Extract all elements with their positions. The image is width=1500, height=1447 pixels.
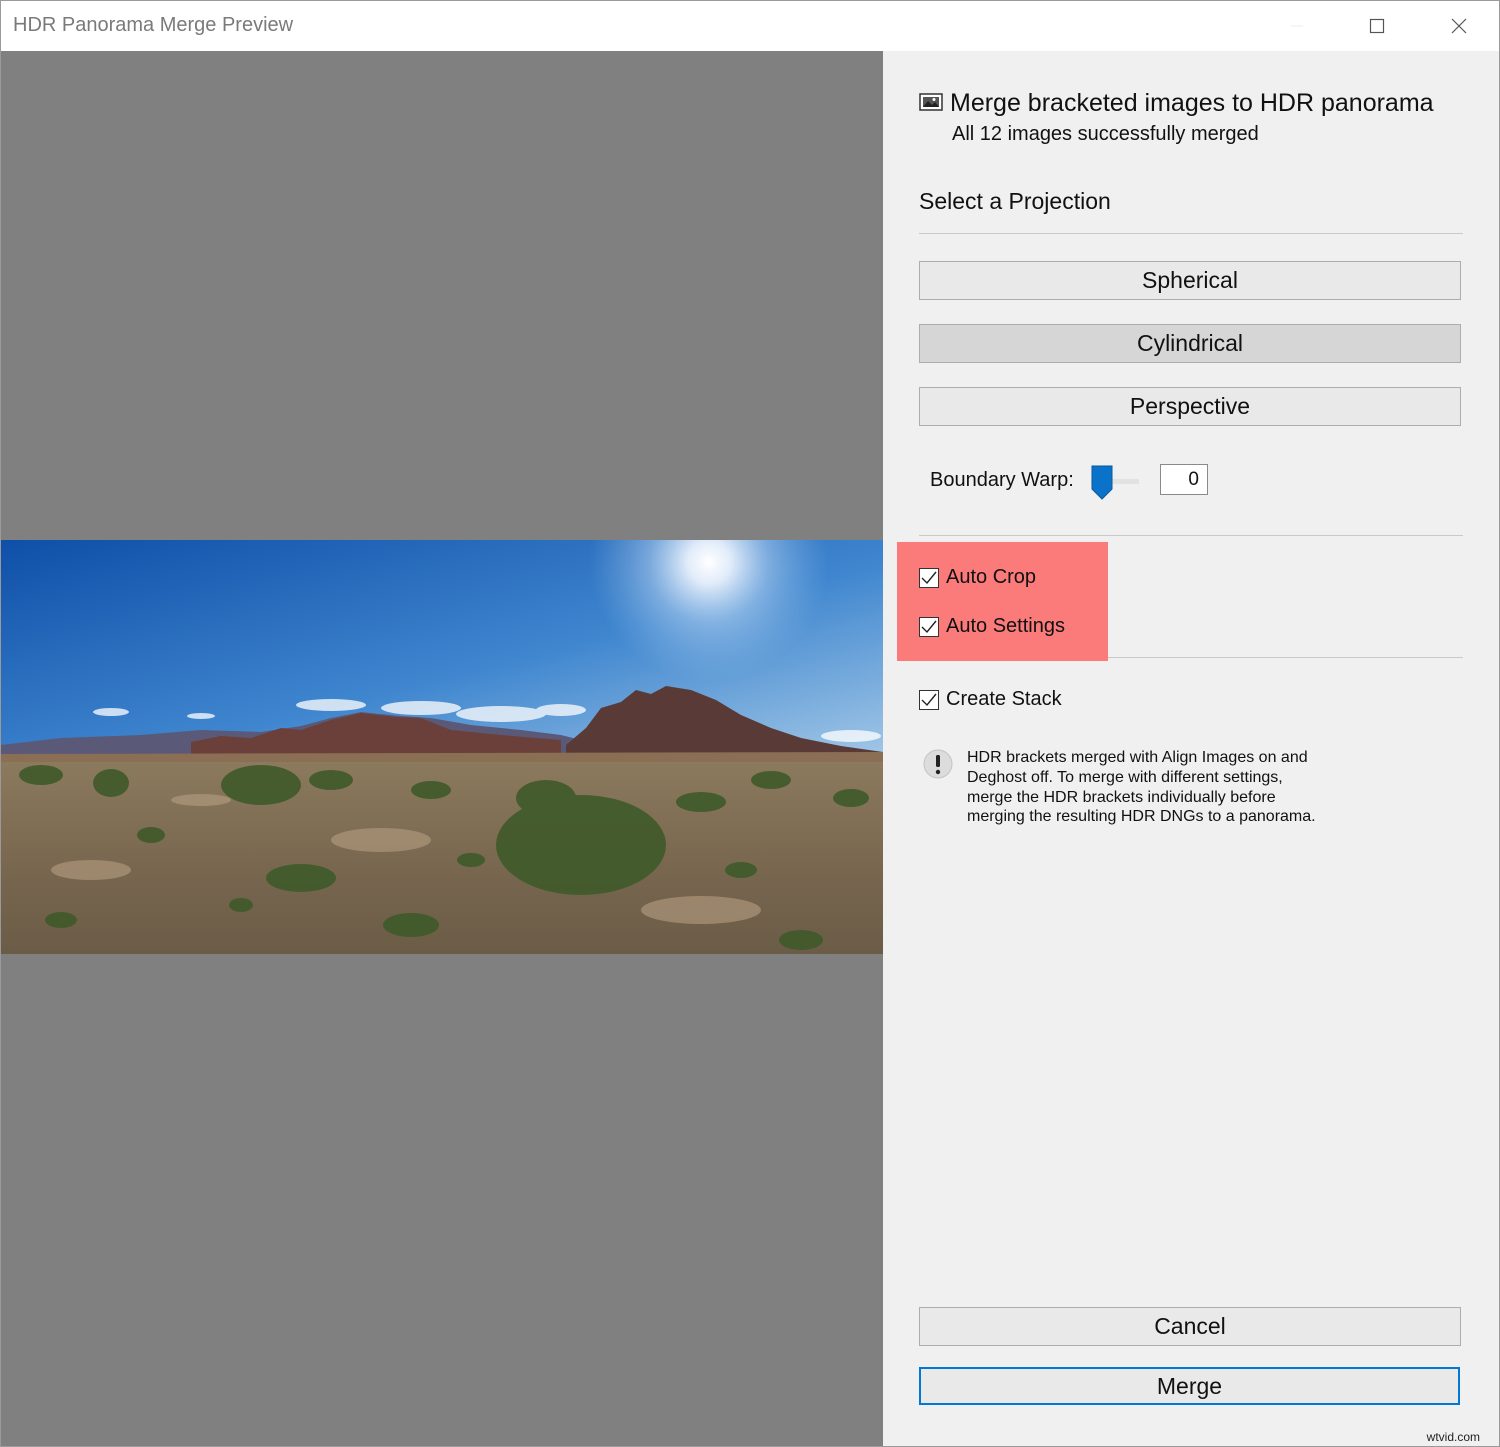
dialog-window: HDR Panorama Merge Preview Merge bracket… [0, 0, 1500, 1447]
maximize-icon [1369, 18, 1385, 34]
checkbox-box[interactable] [919, 689, 939, 710]
title-bar: HDR Panorama Merge Preview [1, 1, 1499, 51]
maximize-button[interactable] [1337, 1, 1417, 51]
cancel-button[interactable]: Cancel [919, 1307, 1461, 1346]
divider [919, 535, 1463, 536]
spherical-button[interactable]: Spherical [919, 261, 1461, 300]
close-icon [1451, 18, 1467, 34]
auto-crop-checkbox[interactable]: Auto Crop [919, 566, 1036, 589]
checkbox-box[interactable] [919, 616, 939, 637]
divider [919, 233, 1463, 234]
merge-heading: Merge bracketed images to HDR panorama [950, 89, 1434, 117]
auto-settings-checkbox[interactable]: Auto Settings [919, 615, 1065, 638]
boundary-warp-input[interactable]: 0 [1160, 464, 1208, 495]
panorama-preview-image [1, 540, 883, 954]
checkmark-icon [921, 693, 937, 706]
panorama-icon [919, 93, 943, 111]
merge-button[interactable]: Merge [919, 1367, 1460, 1405]
checkbox-box[interactable] [919, 567, 939, 588]
settings-panel: Merge bracketed images to HDR panorama A… [883, 51, 1499, 1446]
window-title: HDR Panorama Merge Preview [13, 14, 294, 36]
divider [1108, 657, 1463, 658]
close-button[interactable] [1419, 1, 1499, 51]
create-stack-label: Create Stack [946, 688, 1062, 710]
merge-status: All 12 images successfully merged [952, 123, 1259, 145]
minimize-button[interactable] [1257, 1, 1337, 51]
highlight-box [897, 542, 1108, 661]
create-stack-checkbox[interactable]: Create Stack [919, 688, 1062, 711]
projection-heading: Select a Projection [919, 188, 1111, 214]
checkmark-icon [921, 571, 937, 584]
perspective-button[interactable]: Perspective [919, 387, 1461, 426]
cylindrical-button[interactable]: Cylindrical [919, 324, 1461, 363]
boundary-warp-label: Boundary Warp: [930, 469, 1074, 491]
boundary-warp-slider-thumb[interactable] [1091, 465, 1113, 501]
warning-icon [923, 749, 953, 779]
preview-area [1, 51, 883, 1446]
auto-settings-label: Auto Settings [946, 615, 1065, 637]
auto-crop-label: Auto Crop [946, 566, 1037, 588]
merge-info-message: HDR brackets merged with Align Images on… [967, 749, 1316, 826]
watermark: wtvid.com [1426, 1430, 1480, 1444]
minimize-icon [1291, 25, 1303, 27]
checkmark-icon [921, 620, 937, 633]
